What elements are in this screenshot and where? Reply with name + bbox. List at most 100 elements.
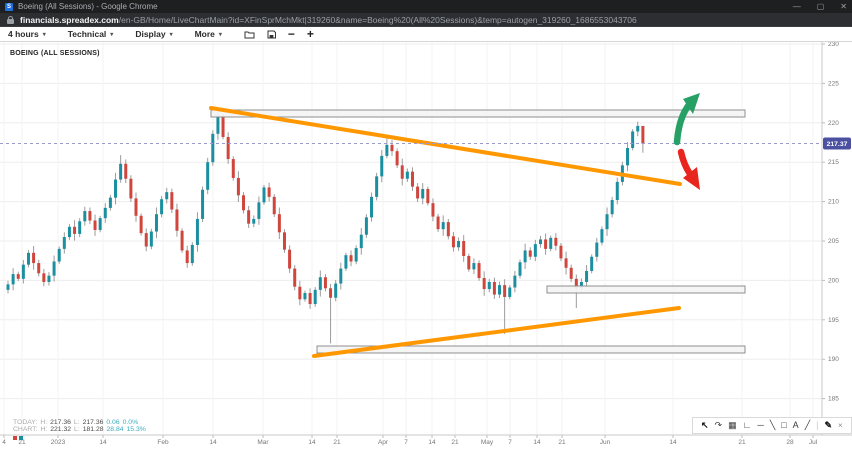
up-candle <box>616 182 619 200</box>
up-candle <box>360 235 363 248</box>
down-candle <box>268 187 271 196</box>
up-candle <box>160 199 163 214</box>
down-candle <box>401 165 404 178</box>
timeframe-menu[interactable]: 4 hours ▾ <box>8 29 46 39</box>
up-candle <box>406 172 409 179</box>
display-label: Display <box>135 29 165 39</box>
up-candle <box>114 180 117 198</box>
down-candle <box>447 222 450 236</box>
x-tick-label: May <box>481 439 494 446</box>
x-tick-label: 21 <box>333 439 341 446</box>
up-candle <box>365 217 368 234</box>
separator: | <box>816 418 818 433</box>
y-tick-label: 205 <box>828 238 839 245</box>
up-candle <box>344 255 347 268</box>
text-tool-icon[interactable]: A <box>793 418 799 433</box>
down-candle <box>544 239 547 248</box>
down-candle <box>452 236 455 247</box>
url-domain: financials.spreadex.com <box>20 15 119 25</box>
up-candle <box>498 285 501 294</box>
x-tick-label: 28 <box>786 439 794 446</box>
y-tick-label: 190 <box>828 356 839 363</box>
window-title: Boeing (All Sessions) - Google Chrome <box>18 2 777 11</box>
low-label: L: <box>74 419 80 426</box>
red-down-arrow-icon <box>681 152 690 174</box>
up-candle <box>63 237 66 249</box>
up-candle <box>488 282 491 289</box>
chart-area[interactable]: 230225220215210205200195190185421202314F… <box>0 42 852 459</box>
up-candle <box>421 189 424 198</box>
up-candle <box>385 145 388 156</box>
down-candle <box>32 253 35 263</box>
x-tick-label: 14 <box>669 439 677 446</box>
down-candle <box>431 203 434 216</box>
y-tick-label: 200 <box>828 277 839 284</box>
down-candle <box>329 288 332 297</box>
minimize-button[interactable]: — <box>793 3 801 11</box>
x-tick-label: 14 <box>308 439 316 446</box>
up-candle <box>442 222 445 229</box>
x-tick-label: 14 <box>209 439 217 446</box>
up-candle <box>150 232 153 247</box>
trendline-icon[interactable]: ╲ <box>770 418 775 433</box>
chart-label: CHART: <box>13 426 37 433</box>
up-candle <box>165 192 168 199</box>
pointer-icon[interactable]: ↖ <box>701 418 709 433</box>
down-candle <box>186 250 189 263</box>
up-candle <box>339 269 342 284</box>
up-candle <box>457 241 460 247</box>
down-candle <box>462 241 465 256</box>
technical-menu[interactable]: Technical ▾ <box>68 29 114 39</box>
open-folder-icon[interactable] <box>244 30 255 39</box>
y-tick-label: 225 <box>828 80 839 87</box>
url-text[interactable]: financials.spreadex.com/en-GB/Home/LiveC… <box>20 15 845 25</box>
up-candle <box>636 126 639 132</box>
down-candle <box>175 209 178 230</box>
maximize-button[interactable]: ▢ <box>817 3 825 11</box>
zoom-in-button[interactable]: + <box>307 29 314 39</box>
up-candle <box>590 257 593 271</box>
grid-icon[interactable]: ▦ <box>728 418 737 433</box>
display-menu[interactable]: Display ▾ <box>135 29 172 39</box>
pencil-icon[interactable]: ✎ <box>824 418 832 433</box>
up-candle <box>524 250 527 262</box>
up-candle <box>83 211 86 221</box>
axes-icon[interactable]: ∟ <box>743 418 752 433</box>
close-button[interactable]: ✕ <box>840 3 847 11</box>
y-tick-label: 230 <box>828 42 839 48</box>
url-path: /en-GB/Home/LiveChartMain?id=XFinSprMchM… <box>119 15 637 25</box>
diagonal-line-icon[interactable]: ╱ <box>805 418 810 433</box>
down-candle <box>129 179 132 199</box>
down-candle <box>293 269 296 287</box>
x-tick-label: 21 <box>451 439 459 446</box>
down-candle <box>135 198 138 215</box>
up-candle <box>549 238 552 249</box>
up-candle <box>191 245 194 263</box>
up-candle <box>472 263 475 269</box>
price-stats: TODAY:H:217.36L:217.360.060.0% CHART:H:2… <box>13 419 149 442</box>
address-bar[interactable]: financials.spreadex.com/en-GB/Home/LiveC… <box>0 13 852 27</box>
up-candle <box>595 243 598 257</box>
up-candle <box>539 239 542 244</box>
up-candle <box>606 214 609 229</box>
down-candle <box>288 250 291 269</box>
y-tick-label: 215 <box>828 159 839 166</box>
up-candle <box>611 200 614 214</box>
down-candle <box>42 273 45 282</box>
candlestick-chart[interactable]: 230225220215210205200195190185421202314F… <box>0 42 852 459</box>
up-candle <box>257 202 260 219</box>
close-toolbar-icon[interactable]: × <box>838 418 843 433</box>
down-candle <box>478 263 481 278</box>
rectangle-icon[interactable]: □ <box>781 418 786 433</box>
down-candle <box>641 126 644 144</box>
x-tick-label: 21 <box>558 439 566 446</box>
redo-icon[interactable]: ↷ <box>715 418 723 433</box>
save-icon[interactable] <box>267 30 276 39</box>
trendline <box>211 108 680 184</box>
up-candle <box>7 284 10 290</box>
site-favicon: S <box>5 3 13 11</box>
horizontal-line-icon[interactable]: ─ <box>757 418 763 433</box>
more-menu[interactable]: More ▾ <box>195 29 222 39</box>
zoom-out-button[interactable]: − <box>288 29 295 39</box>
down-candle <box>73 227 76 234</box>
